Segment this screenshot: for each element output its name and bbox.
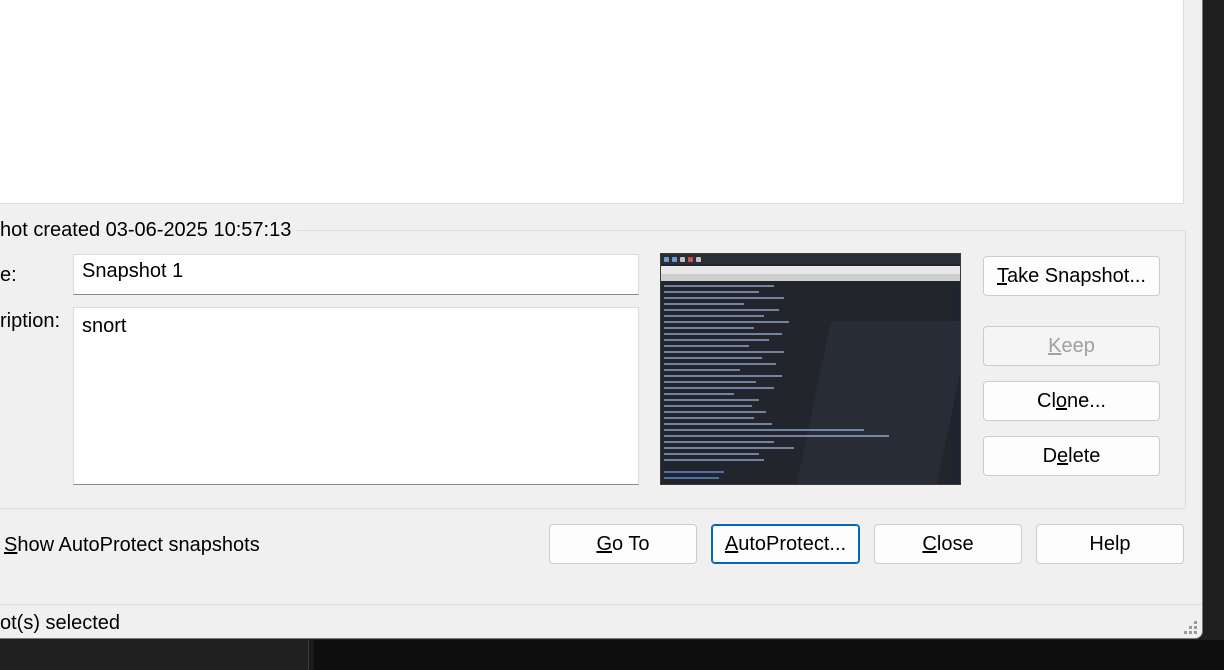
go-to-button[interactable]: Go To: [549, 524, 697, 564]
taskbar-strip: [0, 640, 1224, 670]
thumbnail-taskbar: [661, 254, 960, 264]
snapshot-created-title: hot created 03-06-2025 10:57:13: [0, 218, 298, 242]
resize-grip-icon[interactable]: [1184, 621, 1198, 635]
status-bar: ot(s) selected: [0, 604, 1202, 638]
clone-button[interactable]: Clone...: [983, 381, 1160, 421]
snapshot-manager-window: hot created 03-06-2025 10:57:13 e: Snaps…: [0, 0, 1203, 639]
name-field[interactable]: Snapshot 1: [73, 254, 639, 295]
keep-button[interactable]: Keep: [983, 326, 1160, 366]
help-button[interactable]: Help: [1036, 524, 1184, 564]
autoprotect-button[interactable]: AutoProtect...: [711, 524, 860, 564]
taskbar-segment: [0, 640, 309, 670]
take-snapshot-button[interactable]: Take Snapshot...: [983, 256, 1160, 296]
thumbnail-terminal-title: [661, 266, 960, 274]
show-autoprotect-checkbox-label[interactable]: Show AutoProtect snapshots: [4, 533, 260, 557]
description-field[interactable]: snort: [73, 307, 639, 485]
delete-button[interactable]: Delete: [983, 436, 1160, 476]
selection-status-text: ot(s) selected: [0, 612, 121, 634]
snapshot-thumbnail: [660, 253, 961, 485]
thumbnail-terminal-body: [661, 281, 960, 484]
close-button[interactable]: Close: [874, 524, 1022, 564]
description-label: ription:: [0, 310, 61, 332]
desktop-background: [314, 640, 1224, 670]
thumbnail-terminal-menu: [661, 274, 960, 281]
snapshot-tree-view[interactable]: [0, 0, 1184, 204]
name-label: e:: [0, 264, 17, 286]
